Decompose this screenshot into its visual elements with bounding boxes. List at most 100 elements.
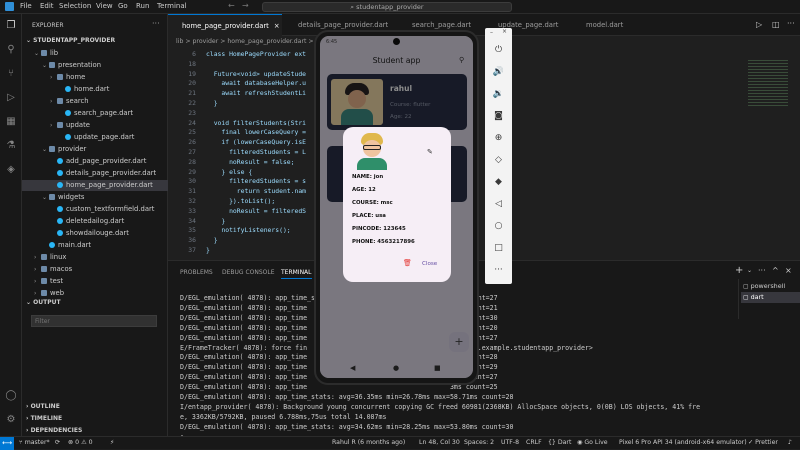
tab-label: home_page_provider.dart xyxy=(182,22,269,30)
close-icon[interactable]: × xyxy=(502,28,507,35)
split-editor-icon[interactable]: ◫ xyxy=(772,20,780,29)
overview-icon[interactable]: □ xyxy=(492,242,505,255)
tree-folder[interactable]: ⌄ widgets xyxy=(42,192,84,203)
edit-icon[interactable]: ✎ xyxy=(427,148,433,156)
notifications-bell-icon[interactable]: ♪ xyxy=(788,439,792,446)
maximize-panel-icon[interactable]: ^ xyxy=(772,266,779,275)
tree-folder[interactable]: › web xyxy=(34,288,64,299)
encoding[interactable]: UTF-8 xyxy=(501,439,519,446)
close-icon[interactable]: × xyxy=(274,22,280,30)
menu-view[interactable]: View xyxy=(96,2,113,10)
menu-file[interactable]: File xyxy=(20,2,32,10)
tree-file[interactable]: main.dart xyxy=(42,240,91,251)
language-mode[interactable]: {} Dart xyxy=(548,439,571,446)
nav-back-icon[interactable]: ← xyxy=(228,1,235,10)
more-actions-icon[interactable]: ··· xyxy=(758,266,766,275)
close-panel-icon[interactable]: × xyxy=(785,266,792,275)
breadcrumb[interactable]: lib > provider > home_page_provider.dart… xyxy=(176,38,321,45)
delete-icon[interactable]: 🗑 xyxy=(403,259,412,267)
outline-section-header[interactable]: › OUTLINE xyxy=(26,403,60,410)
rotate-right-icon[interactable]: ◆ xyxy=(492,176,505,189)
git-branch[interactable]: ⑂ master* xyxy=(19,439,50,446)
run-debug-icon[interactable]: ▷ xyxy=(5,92,17,104)
ports-icon[interactable]: ⚡ xyxy=(110,439,114,446)
tree-folder[interactable]: › search xyxy=(50,96,89,107)
tree-folder[interactable]: › test xyxy=(34,276,63,287)
new-terminal-icon[interactable]: + xyxy=(735,265,743,276)
problems-count[interactable]: ⊗ 0 ⚠ 0 xyxy=(68,439,93,446)
tree-folder[interactable]: ⌄ presentation xyxy=(42,60,101,71)
more-actions-icon[interactable]: ··· xyxy=(152,19,160,28)
flutter-device[interactable]: Pixel 6 Pro API 34 (android-x64 emulator… xyxy=(619,439,747,446)
output-section-header[interactable]: ⌄ OUTPUT xyxy=(26,299,61,306)
menu-run[interactable]: Run xyxy=(136,2,149,10)
menu-selection[interactable]: Selection xyxy=(59,2,91,10)
more-options-icon[interactable]: ··· xyxy=(492,264,505,277)
tree-file[interactable]: update_page.dart xyxy=(58,132,134,143)
chevron-down-icon[interactable]: ⌄ xyxy=(747,267,752,274)
run-icon[interactable]: ▷ xyxy=(756,20,762,29)
more-actions-icon[interactable]: ··· xyxy=(787,19,795,28)
prettier-status[interactable]: ✓ Prettier xyxy=(748,439,778,446)
power-icon[interactable]: ⏻ xyxy=(492,44,505,57)
terminal-item-dart[interactable]: ▢ dart xyxy=(741,292,800,303)
tree-file[interactable]: search_page.dart xyxy=(58,108,133,119)
rotate-left-icon[interactable]: ◇ xyxy=(492,154,505,167)
tree-file[interactable]: details_page_provider.dart xyxy=(50,168,156,179)
timeline-section-header[interactable]: › TIMELINE xyxy=(26,415,62,422)
remote-indicator[interactable]: ⟷ xyxy=(0,437,14,450)
settings-gear-icon[interactable]: ⚙ xyxy=(5,414,17,426)
tab-home-page-provider[interactable]: home_page_provider.dart × xyxy=(168,14,282,36)
tree-folder[interactable]: ⌄ provider xyxy=(42,144,86,155)
command-center-search[interactable]: ⌕ studentapp_provider xyxy=(262,2,512,12)
dependencies-section-header[interactable]: › DEPENDENCIES xyxy=(26,427,82,434)
account-icon[interactable]: ◯ xyxy=(5,390,17,402)
tree-folder[interactable]: › linux xyxy=(34,252,66,263)
go-live-button[interactable]: ◉ Go Live xyxy=(577,439,608,446)
home-icon[interactable]: ○ xyxy=(492,220,505,233)
line-ending[interactable]: CRLF xyxy=(526,439,542,446)
tree-file[interactable]: home.dart xyxy=(58,84,109,95)
flutter-icon[interactable]: ◈ xyxy=(5,164,17,176)
tree-folder[interactable]: › update xyxy=(50,120,90,131)
minimap[interactable] xyxy=(748,58,788,108)
chevron-icon: ⌄ xyxy=(42,194,48,201)
explorer-root[interactable]: ⌄ STUDENTAPP_PROVIDER xyxy=(26,37,115,44)
tree-file[interactable]: custom_textformfield.dart xyxy=(50,204,154,215)
minimize-icon[interactable]: – xyxy=(490,29,493,36)
tree-file[interactable]: showdailouge.dart xyxy=(50,228,129,239)
tree-file[interactable]: add_page_provider.dart xyxy=(50,156,146,167)
back-icon[interactable]: ◁ xyxy=(492,198,505,211)
indentation[interactable]: Spaces: 2 xyxy=(464,439,494,446)
git-blame[interactable]: Rahul R (6 months ago) xyxy=(332,439,405,446)
zoom-icon[interactable]: ⊕ xyxy=(492,132,505,145)
search-icon[interactable]: ⚲ xyxy=(5,44,17,56)
menu-edit[interactable]: Edit xyxy=(40,2,54,10)
tab-problems[interactable]: PROBLEMS xyxy=(180,269,213,276)
tree-folder[interactable]: ⌄ lib xyxy=(34,48,58,59)
menu-terminal[interactable]: Terminal xyxy=(157,2,187,10)
tree-folder[interactable]: › macos xyxy=(34,264,72,275)
testing-icon[interactable]: ⚗ xyxy=(5,140,17,152)
tree-file[interactable]: deletedailog.dart xyxy=(50,216,124,227)
camera-icon[interactable]: ◙ xyxy=(492,110,505,123)
output-filter-input[interactable] xyxy=(31,315,157,327)
explorer-files-icon[interactable]: ❐ xyxy=(5,20,17,32)
code-editor[interactable]: lib > provider > home_page_provider.dart… xyxy=(168,36,800,260)
volume-down-icon[interactable]: 🔉 xyxy=(492,88,505,101)
terminal-item-powershell[interactable]: ▢ powershell xyxy=(743,282,785,290)
cursor-position[interactable]: Ln 48, Col 30 xyxy=(419,439,460,446)
tab-terminal[interactable]: TERMINAL xyxy=(281,269,312,279)
nav-forward-icon[interactable]: → xyxy=(242,1,249,10)
volume-up-icon[interactable]: 🔊 xyxy=(492,66,505,79)
tree-folder[interactable]: › home xyxy=(50,72,85,83)
close-button[interactable]: Close xyxy=(422,261,437,267)
tab-debug-console[interactable]: DEBUG CONSOLE xyxy=(222,269,275,276)
prettier-label: Prettier xyxy=(755,439,778,446)
sync-icon[interactable]: ⟳ xyxy=(55,439,60,446)
tree-file[interactable]: home_page_provider.dart xyxy=(22,180,168,191)
menu-go[interactable]: Go xyxy=(118,2,128,10)
tab-model[interactable]: model.dart xyxy=(572,14,638,36)
extensions-icon[interactable]: ▦ xyxy=(5,116,17,128)
source-control-icon[interactable]: ⑂ xyxy=(5,68,17,80)
